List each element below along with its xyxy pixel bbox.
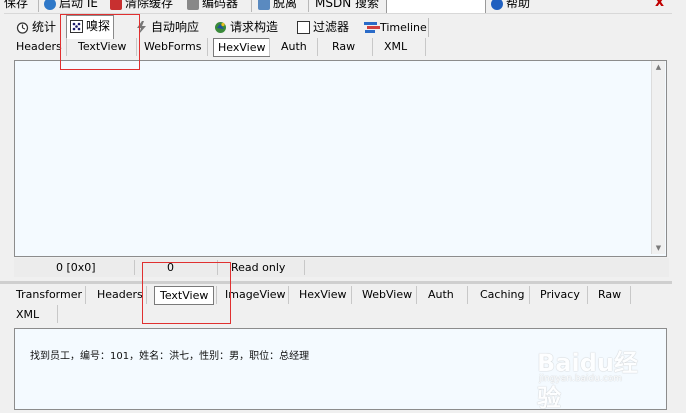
encoder-button[interactable]: 编码器: [187, 0, 238, 12]
tearoff-label: 脱离: [273, 0, 298, 10]
response-tab-privacy[interactable]: Privacy: [540, 286, 580, 303]
tab-separator: [416, 286, 417, 304]
ie-icon: [44, 0, 56, 10]
tearoff-button[interactable]: 脱离: [258, 0, 297, 12]
composer-icon: [214, 20, 227, 33]
launch-ie-label: 启动 IE: [59, 0, 98, 10]
response-tab-transformer[interactable]: Transformer: [16, 286, 82, 303]
response-tab-auth[interactable]: Auth: [428, 286, 454, 303]
clear-cache-label: 清除缓存: [125, 0, 174, 10]
response-text: 找到员工，编号：101，姓名：洪七，性别：男，职位：总经理: [30, 351, 310, 362]
tab-strip-end: [428, 18, 429, 37]
status-mode: Read only: [231, 261, 286, 274]
response-tab-hexview[interactable]: HexView: [299, 286, 346, 303]
response-tab-caching[interactable]: Caching: [480, 286, 524, 303]
response-tab-xml[interactable]: XML: [16, 306, 39, 323]
pane-splitter[interactable]: [0, 281, 686, 284]
hexview-scrollbar[interactable]: ▲ ▼: [651, 61, 665, 254]
msdn-search-label: MSDN 搜索: [315, 0, 380, 10]
clear-cache-icon: [110, 0, 122, 10]
window-right-edge: [672, 12, 686, 403]
response-tab-imageview[interactable]: ImageView: [225, 286, 286, 303]
scroll-down-icon[interactable]: ▼: [652, 244, 665, 252]
launch-ie-button[interactable]: 启动 IE: [44, 0, 98, 12]
tab-separator: [269, 38, 270, 56]
baidu-watermark: Baidu经验 jingyan.baidu.com: [537, 343, 657, 412]
toolbar-separator: [38, 0, 39, 12]
help-button[interactable]: 帮助: [491, 0, 530, 12]
tab-separator: [467, 286, 468, 304]
scroll-up-icon[interactable]: ▲: [652, 63, 665, 71]
tab-separator: [207, 38, 208, 56]
timeline-icon: [364, 20, 380, 33]
request-tab-raw[interactable]: Raw: [332, 38, 355, 55]
tab-separator: [57, 305, 58, 323]
tab-separator: [351, 286, 352, 304]
request-tab-hexview[interactable]: HexView: [213, 38, 271, 57]
hexview-pane[interactable]: [14, 60, 667, 257]
tab-timeline[interactable]: Timeline: [361, 17, 430, 37]
status-separator: [304, 260, 305, 275]
hexview-status-bar: 0 [0x0] 0 Read only: [14, 258, 669, 277]
tab-separator: [372, 38, 373, 56]
tearoff-icon: [258, 0, 270, 10]
tab-separator: [630, 286, 631, 304]
stopwatch-icon: [16, 20, 29, 34]
status-separator: [134, 260, 135, 275]
response-tab-webview[interactable]: WebView: [362, 286, 412, 303]
tab-composer-label: 请求构造: [230, 20, 279, 34]
tab-separator: [317, 38, 318, 56]
help-label: 帮助: [506, 0, 531, 10]
response-tab-raw[interactable]: Raw: [598, 286, 621, 303]
request-tab-xml[interactable]: XML: [384, 38, 407, 55]
request-tab-headers[interactable]: Headers: [16, 38, 62, 55]
toolbar-separator: [308, 0, 309, 12]
request-tab-webforms[interactable]: WebForms: [144, 38, 201, 55]
tab-autoresponder-label: 自动响应: [151, 20, 200, 34]
tab-separator: [529, 286, 530, 304]
main-toolbar: 保存 启动 IE 清除缓存 编码器 脱离 MSDN 搜索 帮助 x: [0, 0, 686, 14]
help-icon: [491, 0, 503, 10]
tab-composer[interactable]: 请求构造: [211, 17, 281, 37]
checkbox-icon: [297, 20, 310, 34]
tab-autoresponder[interactable]: 自动响应: [132, 17, 202, 37]
tab-timeline-label: Timeline: [380, 21, 427, 34]
highlight-box-textview: [142, 262, 231, 324]
request-tab-auth[interactable]: Auth: [281, 38, 307, 55]
tab-filters[interactable]: 过滤器: [294, 17, 352, 37]
response-tab-headers[interactable]: Headers: [97, 286, 143, 303]
tab-separator: [587, 286, 588, 304]
tab-filters-label: 过滤器: [313, 20, 350, 34]
toolbar-save-button[interactable]: 保存: [4, 0, 28, 12]
watermark-url: jingyan.baidu.com: [539, 374, 623, 384]
tab-separator: [425, 38, 426, 56]
close-icon[interactable]: x: [655, 0, 664, 11]
highlight-box-inspectors: [60, 14, 140, 70]
clear-cache-button[interactable]: 清除缓存: [110, 0, 173, 12]
tab-statistics[interactable]: 统计: [13, 17, 59, 37]
encoder-icon: [187, 0, 199, 10]
msdn-search-input[interactable]: [386, 0, 486, 13]
window-left-edge: [0, 12, 4, 403]
tab-separator: [85, 286, 86, 304]
status-offset: 0 [0x0]: [56, 261, 96, 274]
tab-separator: [288, 286, 289, 304]
encoder-label: 编码器: [202, 0, 239, 10]
toolbar-save-label: 保存: [4, 0, 29, 10]
toolbar-separator: [251, 0, 252, 12]
tab-statistics-label: 统计: [32, 20, 57, 34]
